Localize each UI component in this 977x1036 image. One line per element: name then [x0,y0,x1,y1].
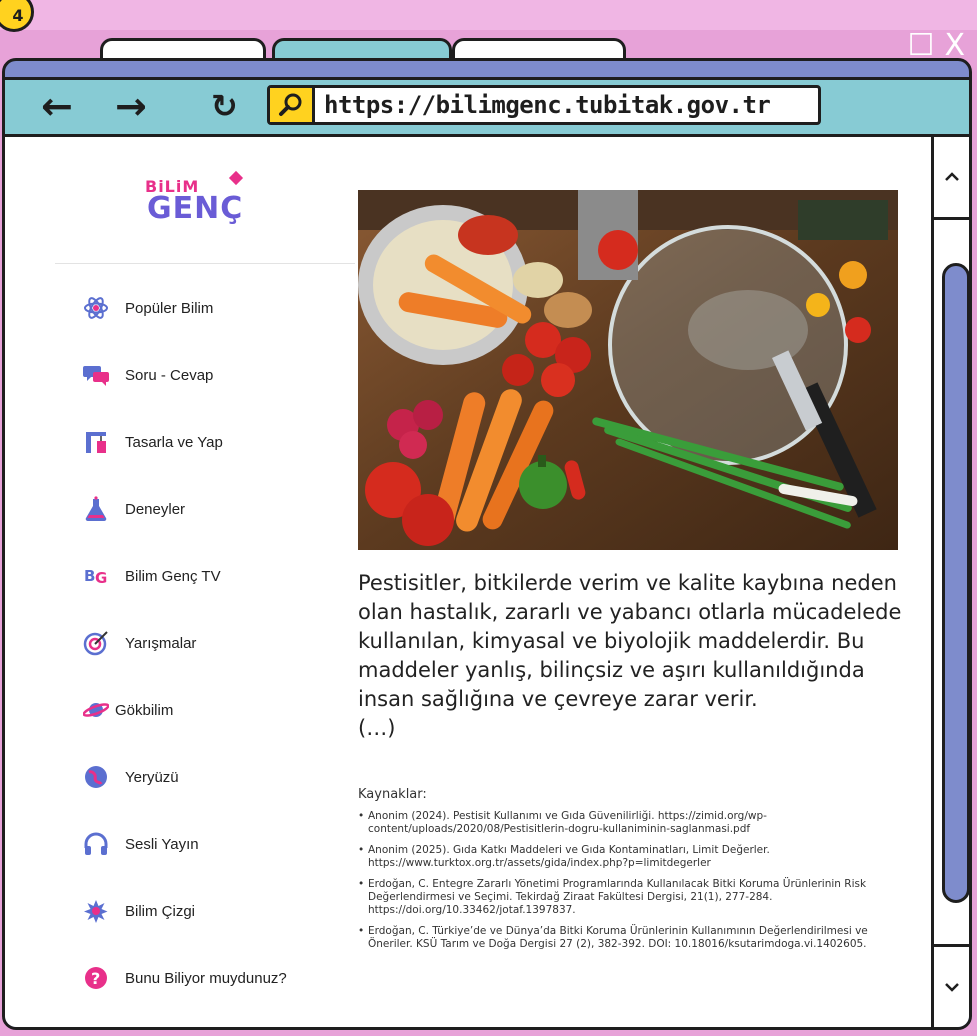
sidebar-item-soru-cevap[interactable]: Soru - Cevap [83,362,213,388]
svg-text:B: B [84,567,95,585]
divider [55,263,355,264]
search-icon[interactable] [270,88,315,122]
chat-bubbles-icon [83,362,109,388]
sidebar-item-label: Yarışmalar [125,634,197,652]
chevron-down-icon [944,983,959,992]
bilim-genc-logo[interactable]: BiLiM GENÇ [135,170,255,233]
atom-icon [83,295,109,321]
sidebar-item-tasarla-ve-yap[interactable]: Tasarla ve Yap [83,429,223,455]
vertical-scrollbar[interactable] [931,137,969,1027]
sidebar-item-yeryuzu[interactable]: Yeryüzü [83,764,179,790]
logo-line-2: GENÇ [147,191,244,226]
sidebar-item-label: Gökbilim [115,701,174,719]
references-section: Kaynaklar: • Anonim (2024). Pestisit Kull… [358,787,903,959]
sidebar-item-label: Deneyler [125,500,186,518]
sidebar-item-label: Bilim Çizgi [125,902,196,920]
sidebar-item-label: Soru - Cevap [125,366,214,384]
sidebar-item-label: Bunu Biliyor muydunuz? [125,969,287,987]
sidebar-item-label: Bilim Genç TV [125,567,221,585]
article-ellipsis: (…) [358,716,396,740]
reference-item: • Erdoğan, C. Türkiye’de ve Dünya’da Bitk… [358,925,903,951]
background-band [0,0,977,30]
reference-text: Erdoğan, C. Entegre Zararlı Yönetimi Pro… [368,878,867,916]
scroll-up-button[interactable] [934,137,969,220]
svg-text:G: G [95,569,107,587]
sidebar-item-label: Sesli Yayın [125,835,199,853]
sidebar-item-gokbilim[interactable]: Gökbilim [83,697,173,723]
article-photo-vegetables [358,190,898,550]
sidebar-item-populer-bilim[interactable]: Popüler Bilim [83,295,213,321]
crane-icon [83,429,109,455]
article-body: Pestisitler, bitkilerde verim ve kalite … [358,569,903,743]
sidebar-item-sesli-yayin[interactable]: Sesli Yayın [83,831,199,857]
sidebar-item-label: Yeryüzü [125,768,179,786]
svg-text:?: ? [91,969,100,988]
reference-text: Erdoğan, C. Türkiye’de ve Dünya’da Bitki… [368,925,868,950]
browser-window: ← → ↻ https://bilimgenc.tubitak.gov.tr B… [2,58,972,1030]
sidebar-item-label: Tasarla ve Yap [125,433,223,451]
scrollbar-thumb[interactable] [942,263,969,903]
target-icon [83,630,109,656]
chevron-up-icon [944,172,959,181]
sidebar-item-label: Popüler Bilim [125,299,214,317]
sidebar-item-bilim-genc-tv[interactable]: BG Bilim Genç TV [83,563,221,589]
planet-icon [83,697,109,723]
headphones-icon [83,831,109,857]
forward-button[interactable]: → [115,86,147,126]
url-text: https://bilimgenc.tubitak.gov.tr [324,91,771,119]
sidebar-item-yarismalar[interactable]: Yarışmalar [83,630,196,656]
reference-item: • Erdoğan, C. Entegre Zararlı Yönetimi Pr… [358,878,903,917]
scroll-down-button[interactable] [934,944,969,1027]
splash-icon [83,898,109,924]
browser-toolbar: ← → ↻ https://bilimgenc.tubitak.gov.tr [5,77,969,137]
sidebar-item-deneyler[interactable]: Deneyler [83,496,185,522]
page-number: 4 [12,5,24,25]
back-button[interactable]: ← [41,86,73,126]
question-icon: ? [83,965,109,991]
sidebar-item-bunu-biliyor-muydunuz[interactable]: ? Bunu Biliyor muydunuz? [83,965,287,991]
bg-tv-icon: BG [83,563,109,589]
page-content: BiLiM GENÇ Popüler Bilim Soru - Cevap Ta… [5,137,931,1027]
address-bar[interactable]: https://bilimgenc.tubitak.gov.tr [267,85,821,125]
reference-item: • Anonim (2025). Gıda Katkı Maddeleri ve … [358,844,903,870]
flask-icon [83,496,109,522]
article-paragraph: Pestisitler, bitkilerde verim ve kalite … [358,571,902,711]
logo-tubitak-mark [228,170,244,186]
reference-text: Anonim (2024). Pestisit Kullanımı ve Gıd… [368,810,767,835]
reload-button[interactable]: ↻ [211,86,238,126]
references-title: Kaynaklar: [358,787,427,802]
reference-item: • Anonim (2024). Pestisit Kullanımı ve Gı… [358,810,903,836]
globe-icon [83,764,109,790]
sidebar-item-bilim-cizgi[interactable]: Bilim Çizgi [83,898,195,924]
reference-text: Anonim (2025). Gıda Katkı Maddeleri ve G… [368,844,770,869]
